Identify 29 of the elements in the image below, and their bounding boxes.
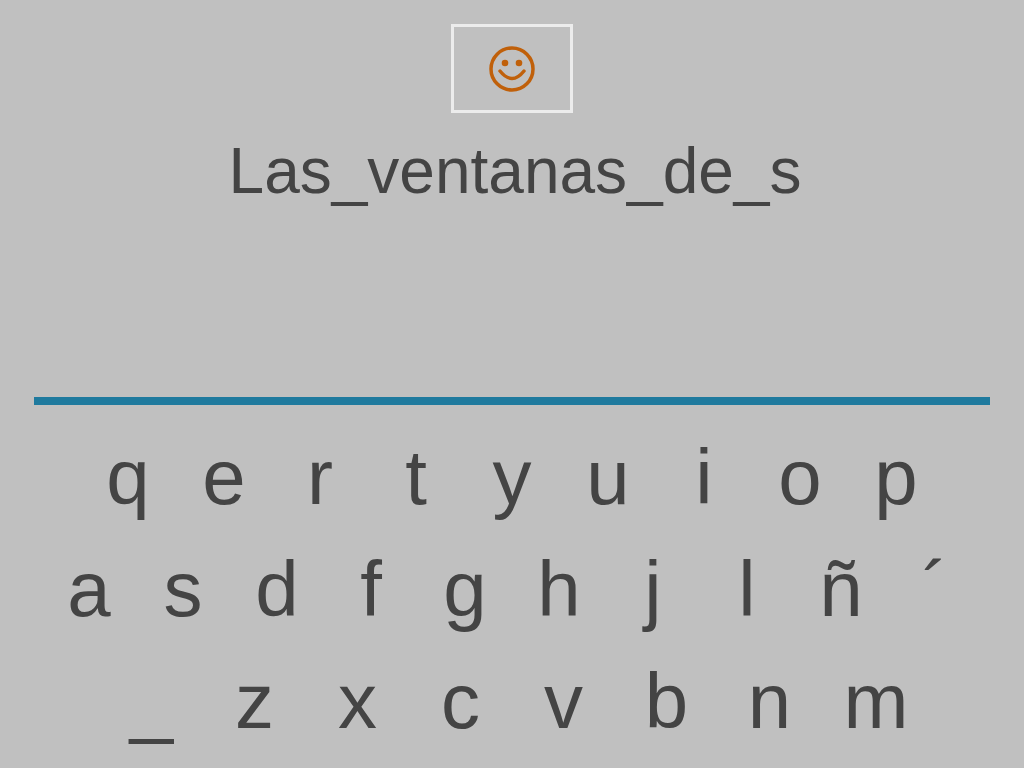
letter-key[interactable]: l <box>718 539 776 639</box>
letter-key[interactable]: ñ <box>812 539 870 639</box>
letter-key[interactable]: n <box>740 651 799 751</box>
letter-key[interactable]: m <box>843 651 902 751</box>
letter-key[interactable]: h <box>530 539 588 639</box>
letter-key[interactable]: a <box>60 539 118 639</box>
letter-key[interactable]: q <box>99 427 157 527</box>
letter-key[interactable]: x <box>328 651 387 751</box>
letter-key[interactable]: _ <box>122 651 181 751</box>
letter-key[interactable]: f <box>342 539 400 639</box>
letter-key[interactable]: y <box>483 427 541 527</box>
letter-key[interactable]: e <box>195 427 253 527</box>
letter-key[interactable]: d <box>248 539 306 639</box>
letter-key[interactable]: r <box>291 427 349 527</box>
letter-key[interactable]: s <box>154 539 212 639</box>
letter-key[interactable]: v <box>534 651 593 751</box>
guessed-phrase: Las_ventanas_de_s <box>228 134 802 209</box>
letter-key[interactable]: z <box>225 651 284 751</box>
smiley-icon <box>487 43 537 94</box>
letter-key[interactable]: t <box>387 427 445 527</box>
letter-key[interactable]: i <box>675 427 733 527</box>
letter-key[interactable]: j <box>624 539 682 639</box>
letter-key[interactable]: p <box>867 427 925 527</box>
letter-key[interactable]: g <box>436 539 494 639</box>
letter-key[interactable]: b <box>637 651 696 751</box>
letter-key[interactable]: c <box>431 651 490 751</box>
letter-key[interactable]: o <box>771 427 829 527</box>
letter-key[interactable]: ´ <box>906 539 964 639</box>
letter-key[interactable]: u <box>579 427 637 527</box>
